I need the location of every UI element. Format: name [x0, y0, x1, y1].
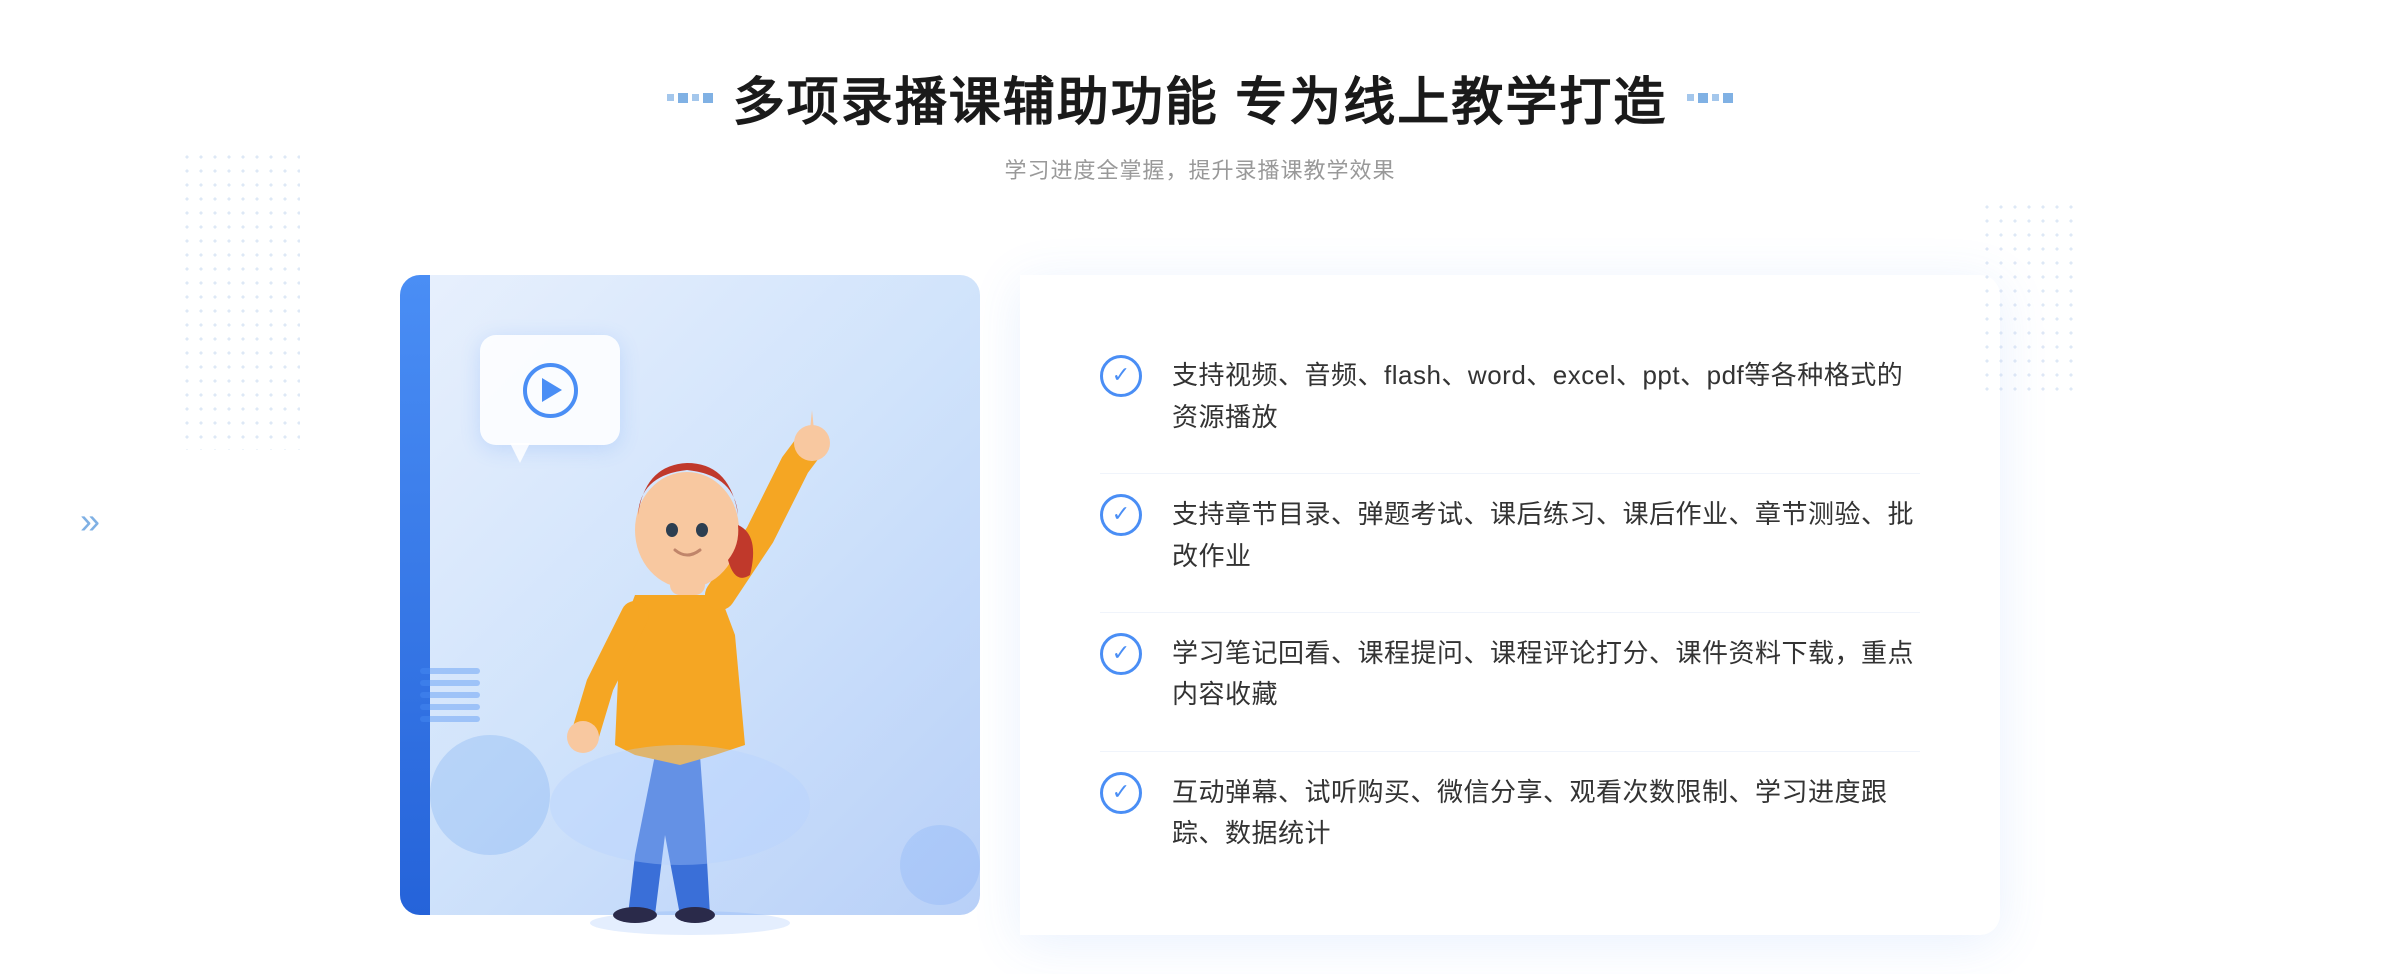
title-row: 多项录播课辅助功能 专为线上教学打造 [667, 60, 1733, 135]
check-mark-3: ✓ [1112, 642, 1130, 664]
feature-text-4: 互动弹幕、试听购买、微信分享、观看次数限制、学习进度跟踪、数据统计 [1172, 772, 1920, 855]
check-icon-3: ✓ [1100, 633, 1142, 675]
check-mark-4: ✓ [1112, 781, 1130, 803]
feature-item-3: ✓ 学习笔记回看、课程提问、课程评论打分、课件资料下载，重点内容收藏 [1100, 612, 1920, 736]
line-stripe [420, 668, 480, 674]
feature-item-2: ✓ 支持章节目录、弹题考试、课后练习、课后作业、章节测验、批改作业 [1100, 473, 1920, 597]
dots-decoration-right [1980, 200, 2080, 400]
dots-decoration-left [180, 150, 300, 450]
header-section: 多项录播课辅助功能 专为线上教学打造 学习进度全掌握，提升录播课教学效果 [667, 60, 1733, 185]
feature-text-2: 支持章节目录、弹题考试、课后练习、课后作业、章节测验、批改作业 [1172, 494, 1920, 577]
dot [678, 93, 688, 103]
page-title: 多项录播课辅助功能 专为线上教学打造 [733, 60, 1667, 135]
person-illustration [480, 375, 900, 935]
illustration-wrapper [400, 255, 1020, 935]
check-icon-2: ✓ [1100, 494, 1142, 536]
dot [1712, 94, 1719, 101]
deco-circle-2 [900, 825, 980, 905]
title-dots-right [1687, 93, 1733, 103]
feature-item-1: ✓ 支持视频、音频、flash、word、excel、ppt、pdf等各种格式的… [1100, 335, 1920, 458]
feature-item-4: ✓ 互动弹幕、试听购买、微信分享、观看次数限制、学习进度跟踪、数据统计 [1100, 751, 1920, 875]
dot [1687, 94, 1694, 101]
check-mark-2: ✓ [1112, 503, 1130, 525]
dot [692, 94, 699, 101]
line-stripe [420, 716, 480, 722]
dot [667, 94, 674, 101]
dot [1723, 93, 1733, 103]
line-stripe [420, 680, 480, 686]
blue-accent-bar [400, 275, 430, 915]
check-icon-1: ✓ [1100, 355, 1142, 397]
content-area: ✓ 支持视频、音频、flash、word、excel、ppt、pdf等各种格式的… [400, 255, 2000, 935]
line-stripe [420, 704, 480, 710]
line-stripe [420, 692, 480, 698]
features-panel: ✓ 支持视频、音频、flash、word、excel、ppt、pdf等各种格式的… [1020, 275, 2000, 935]
page-subtitle: 学习进度全掌握，提升录播课教学效果 [667, 153, 1733, 185]
feature-text-3: 学习笔记回看、课程提问、课程评论打分、课件资料下载，重点内容收藏 [1172, 633, 1920, 716]
feature-text-1: 支持视频、音频、flash、word、excel、ppt、pdf等各种格式的资源… [1172, 355, 1920, 438]
chevron-left-icon: » [80, 500, 90, 542]
check-mark-1: ✓ [1112, 364, 1130, 386]
dot [703, 93, 713, 103]
lines-decoration [420, 655, 480, 735]
check-icon-4: ✓ [1100, 772, 1142, 814]
title-dots-left [667, 93, 713, 103]
dot [1698, 93, 1708, 103]
page-wrapper: » 多项录播课辅助功能 专为线上教学打造 学习进度全掌握，提升录播课教学效果 [0, 0, 2400, 974]
